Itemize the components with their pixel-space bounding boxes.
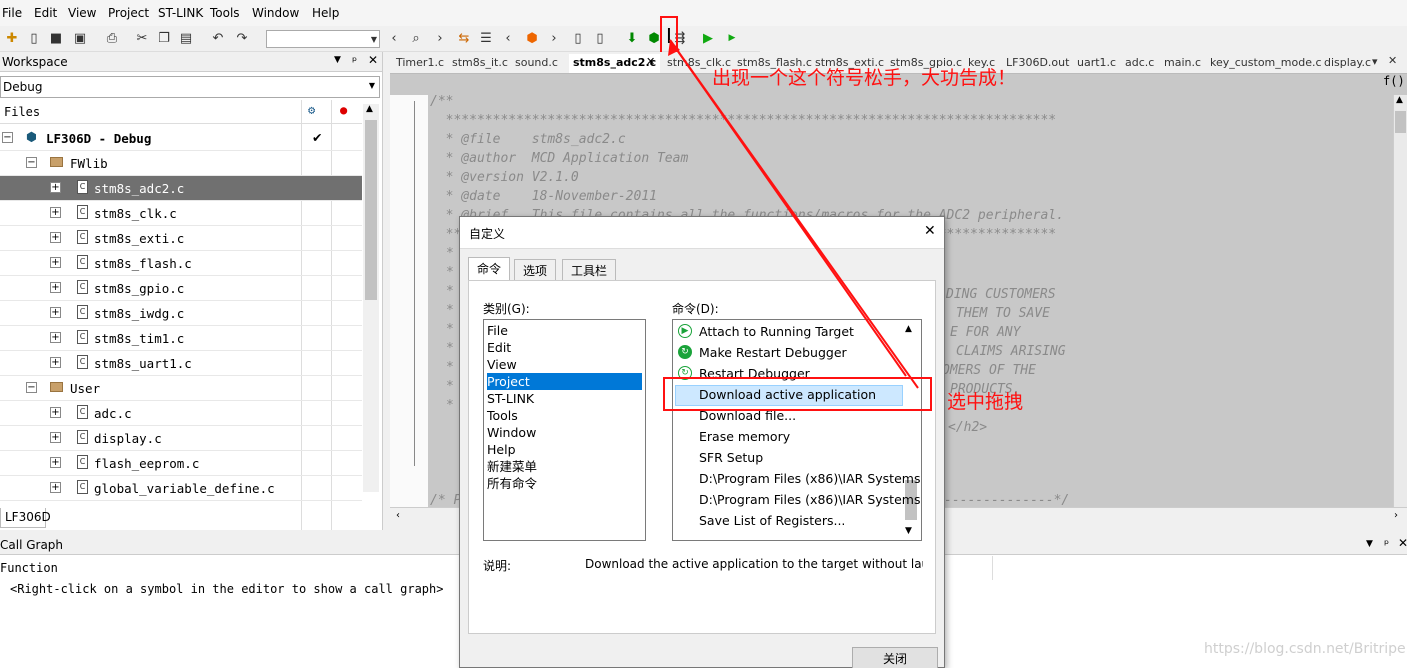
annotation-highlight-box xyxy=(663,377,932,411)
annotation-top: 出现一个这个符号松手，大功告成！ xyxy=(712,67,1017,89)
annotation-arrowhead xyxy=(668,40,680,56)
annotation-arrow-line xyxy=(669,39,919,389)
watermark: https://blog.csdn.net/Britripe xyxy=(1204,641,1406,657)
annotation-drag: 选中拖拽 xyxy=(947,391,1024,413)
annotation-overlay xyxy=(663,39,932,411)
